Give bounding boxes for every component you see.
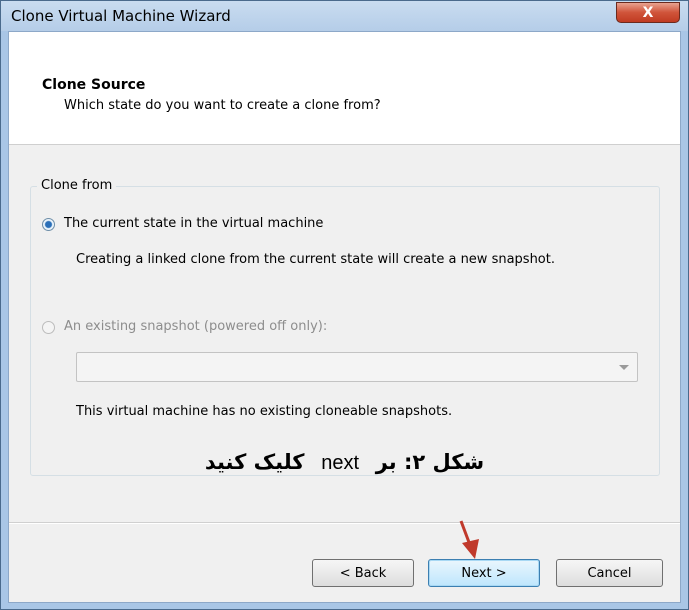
- red-arrow-icon: [459, 520, 479, 559]
- button-separator: [9, 522, 680, 524]
- existing-snapshot-radio[interactable]: [42, 321, 55, 334]
- page-title: Clone Source: [42, 77, 146, 93]
- next-button[interactable]: Next >: [428, 559, 540, 587]
- current-state-radio[interactable]: [42, 218, 55, 231]
- cancel-button[interactable]: Cancel: [556, 559, 663, 587]
- close-button[interactable]: X: [616, 2, 680, 23]
- back-button[interactable]: < Back: [312, 559, 414, 587]
- chevron-down-icon: [619, 365, 629, 370]
- page-subtitle: Which state do you want to create a clon…: [64, 98, 381, 113]
- caption-part-1: شکل ۲: بر: [375, 450, 485, 474]
- wizard-window: Clone Virtual Machine Wizard X Clone Sou…: [0, 0, 689, 610]
- existing-snapshot-label[interactable]: An existing snapshot (powered off only):: [64, 319, 327, 334]
- wizard-client-area: Clone Source Which state do you want to …: [8, 31, 681, 603]
- wizard-header: Clone Source Which state do you want to …: [9, 32, 680, 145]
- snapshot-select[interactable]: [76, 352, 638, 382]
- window-title: Clone Virtual Machine Wizard: [11, 7, 231, 25]
- caption-part-3: کلیک کنید: [204, 450, 305, 474]
- current-state-label[interactable]: The current state in the virtual machine: [64, 216, 323, 231]
- figure-caption: شکل ۲: بر next کلیک کنید: [9, 450, 680, 475]
- clone-from-label: Clone from: [37, 178, 117, 193]
- no-snapshots-note: This virtual machine has no existing clo…: [76, 404, 453, 419]
- caption-part-2: next: [321, 452, 360, 474]
- current-state-description: Creating a linked clone from the current…: [76, 252, 555, 267]
- title-bar[interactable]: Clone Virtual Machine Wizard X: [1, 1, 688, 31]
